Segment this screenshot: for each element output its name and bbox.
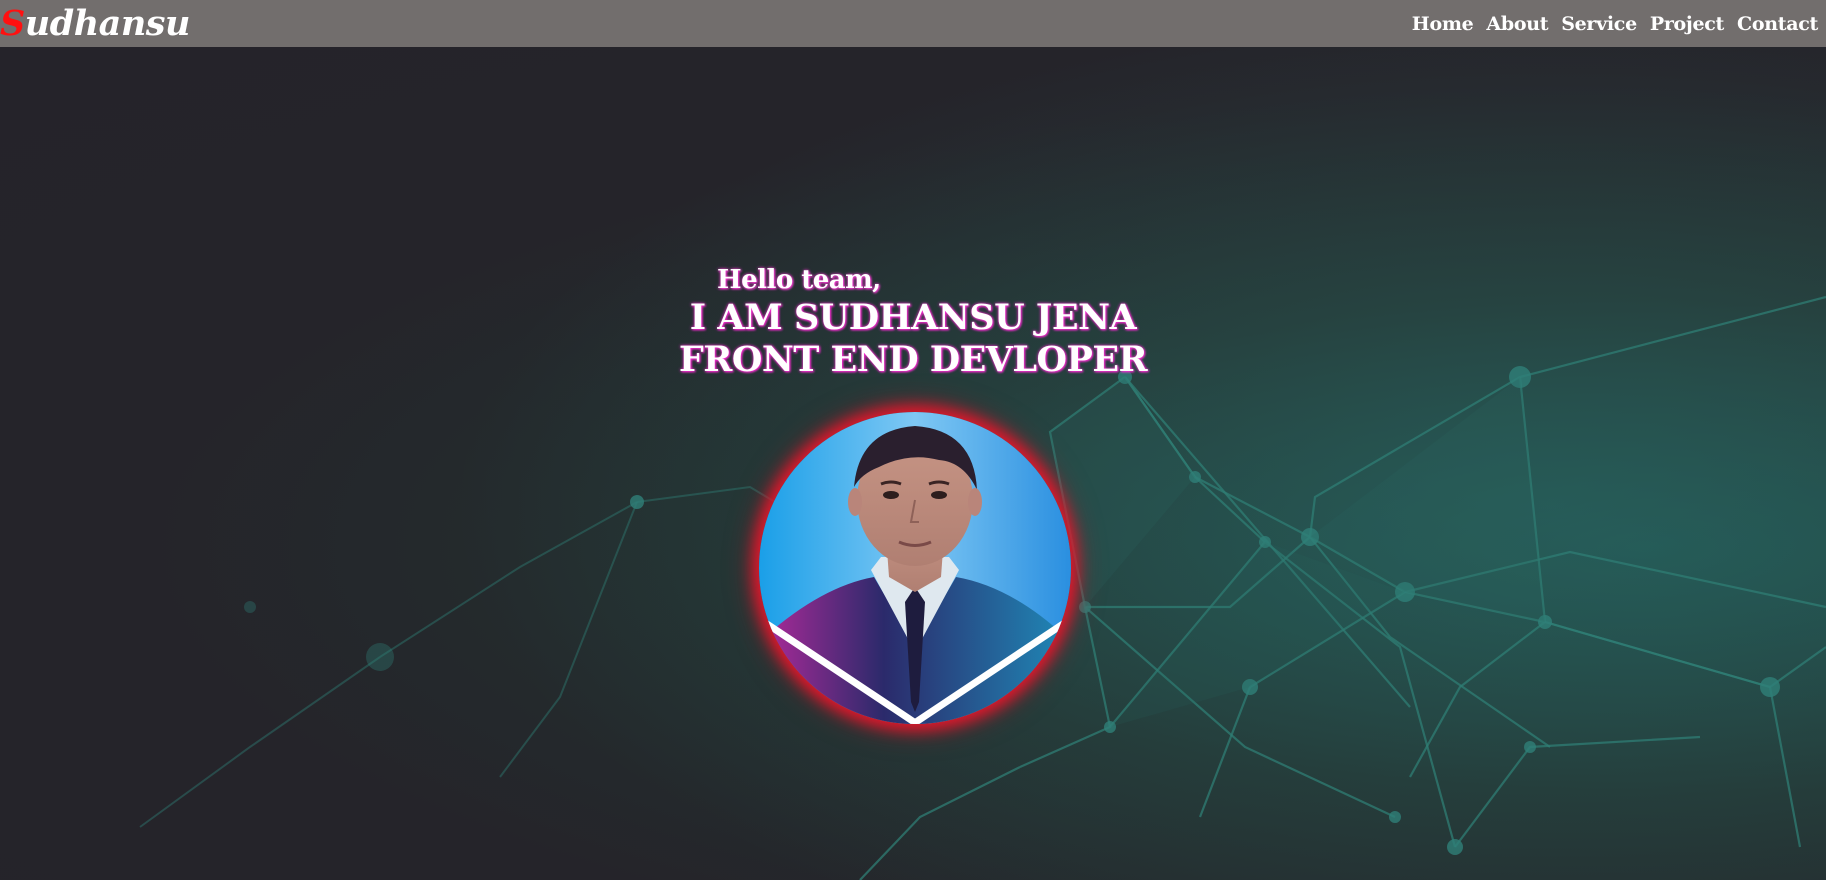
nav-link-home[interactable]: Home [1412,13,1474,35]
nav-links: Home About Service Project Contact [1412,13,1819,35]
brand-logo[interactable]: Sudhansu [0,0,190,47]
hero-section: Hello team, I AM SUDHANSU JENA FRONT END… [0,47,1826,880]
brand-logo-text: udhansu [24,3,191,44]
profile-photo [759,412,1071,724]
nav-link-contact[interactable]: Contact [1737,13,1818,35]
top-navbar: Sudhansu Home About Service Project Cont… [0,0,1826,47]
hero-greeting: Hello team, [717,265,881,295]
hero-headline-role: FRONT END DEVLOPER [678,339,1148,380]
profile-photo-image [759,412,1071,724]
nav-link-project[interactable]: Project [1650,13,1724,35]
hero-headline-name: I AM SUDHANSU JENA [689,297,1137,338]
nav-link-about[interactable]: About [1486,13,1548,35]
brand-logo-initial: S [0,3,25,44]
nav-link-service[interactable]: Service [1561,13,1637,35]
